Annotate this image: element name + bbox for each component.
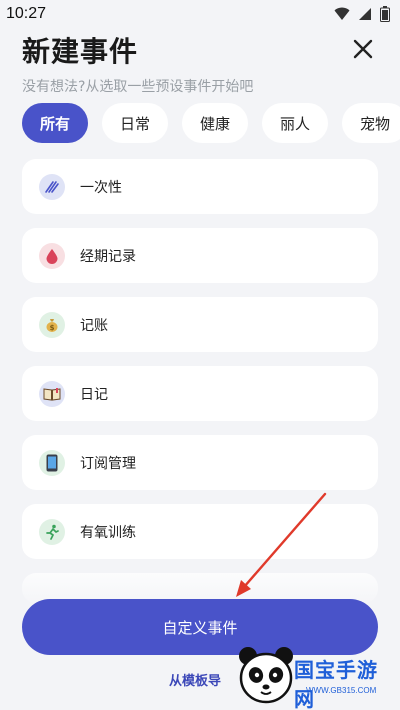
- list-item-label: 一次性: [80, 179, 122, 196]
- category-tabs: 所有 日常 健康 丽人 宠物: [22, 103, 400, 143]
- status-bar: 10:27: [0, 0, 400, 28]
- list-item-label: 日记: [80, 386, 108, 403]
- close-icon[interactable]: [352, 38, 374, 60]
- list-item-subscription-management[interactable]: 订阅管理: [22, 435, 378, 490]
- list-item-bookkeeping[interactable]: $ 记账: [22, 297, 378, 352]
- panda-logo-icon: [239, 647, 293, 704]
- list-item-label: 记账: [80, 317, 108, 334]
- watermark-text: 国宝手游网: [294, 658, 378, 710]
- screen: 10:27 新建事件 没有想法?从选取一些预设事件开始吧 所有 日常 健康 丽人…: [0, 0, 400, 710]
- list-item-one-time[interactable]: 一次性: [22, 159, 378, 214]
- status-icons: [334, 6, 390, 22]
- watermark-url: WWW.GB315.COM: [306, 686, 377, 695]
- wifi-icon: [334, 7, 350, 20]
- list-item-aerobic-training[interactable]: 有氧训练: [22, 504, 378, 559]
- preset-event-list: 一次性 经期记录 $ 记账 日记 订阅管理 有氧训练: [22, 159, 378, 617]
- list-item-label: 订阅管理: [80, 455, 136, 472]
- money-bag-icon: $: [39, 311, 65, 338]
- book-icon: [39, 380, 65, 407]
- watermark-logo: 国宝手游网 WWW.GB315.COM: [236, 642, 398, 710]
- import-from-template-link[interactable]: 从模板导: [169, 670, 221, 689]
- signal-icon: [359, 8, 371, 20]
- list-item-label: 经期记录: [80, 248, 136, 265]
- status-time: 10:27: [6, 5, 47, 22]
- battery-icon: [380, 6, 390, 22]
- phone-icon: [39, 449, 65, 476]
- tab-pets[interactable]: 宠物: [342, 103, 400, 143]
- blood-drop-icon: [39, 242, 65, 269]
- page-subtitle: 没有想法?从选取一些预设事件开始吧: [22, 79, 254, 95]
- tab-daily[interactable]: 日常: [102, 103, 168, 143]
- list-item-diary[interactable]: 日记: [22, 366, 378, 421]
- list-item-label: 有氧训练: [80, 524, 136, 541]
- tab-all[interactable]: 所有: [22, 103, 88, 143]
- runner-icon: [39, 518, 65, 545]
- svg-text:$: $: [50, 324, 55, 332]
- pen-icon: [39, 173, 65, 200]
- page-title: 新建事件: [22, 35, 139, 68]
- list-item-period-tracking[interactable]: 经期记录: [22, 228, 378, 283]
- tab-beauty[interactable]: 丽人: [262, 103, 328, 143]
- tab-health[interactable]: 健康: [182, 103, 248, 143]
